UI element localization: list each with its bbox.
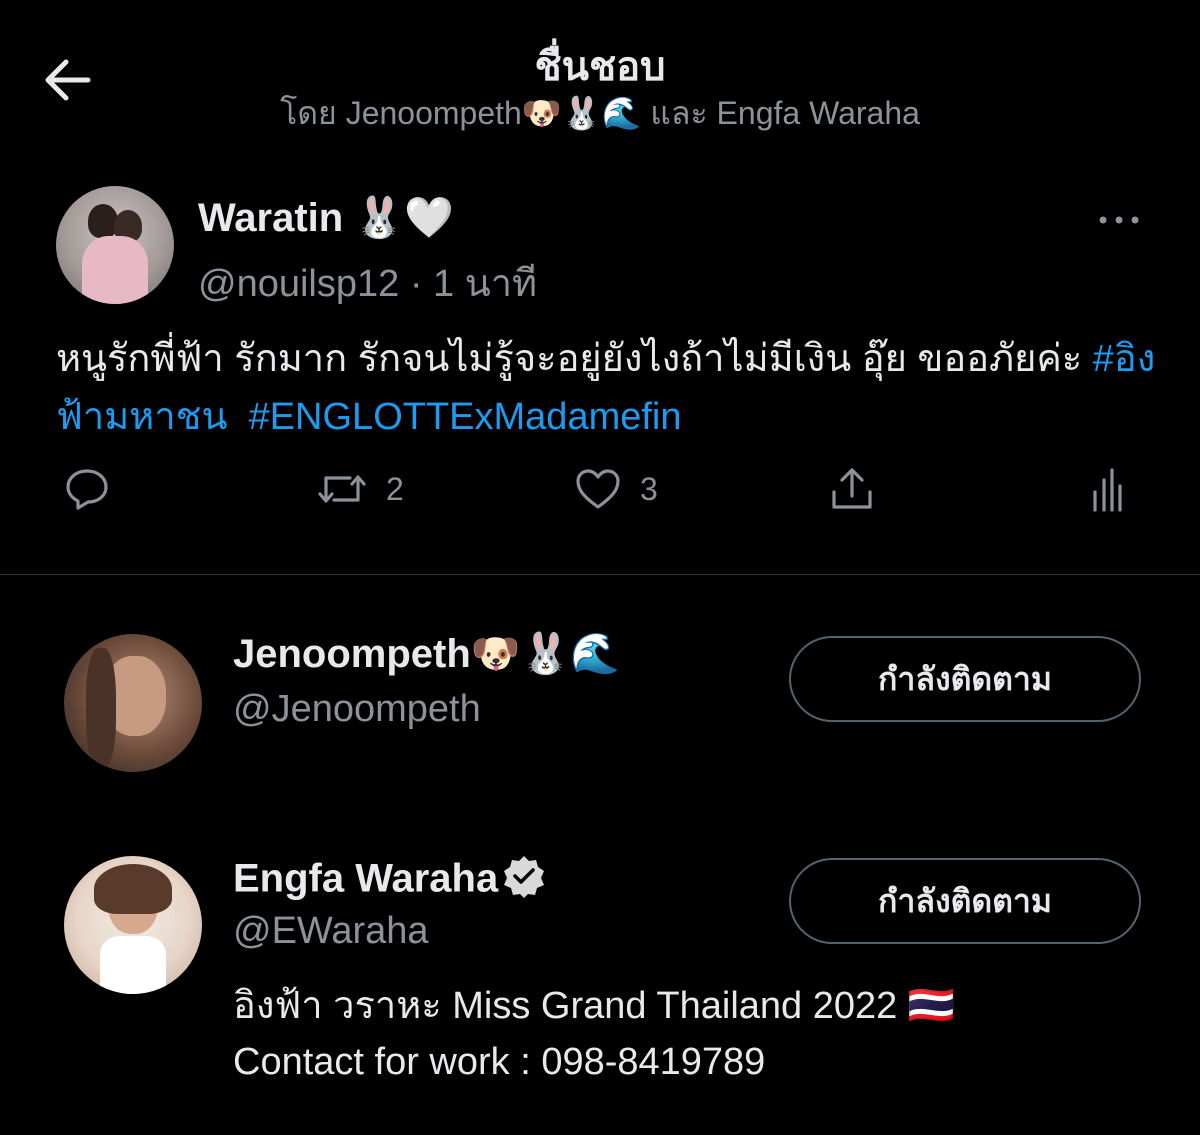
divider (0, 574, 1200, 575)
user-avatar-engfa[interactable] (64, 856, 202, 994)
share-icon (832, 468, 872, 509)
tweet-body: หนูรักพี่ฟ้า รักมาก รักจนไม่รู้จะอยู่ยัง… (56, 338, 1093, 380)
tweet-author-avatar[interactable] (56, 186, 174, 304)
share-button[interactable] (828, 466, 876, 512)
like-count: 3 (640, 470, 658, 507)
tweet-text: หนูรักพี่ฟ้า รักมาก รักจนไม่รู้จะอยู่ยัง… (56, 330, 1156, 446)
user-avatar-jenoompeth[interactable] (64, 634, 202, 772)
following-button[interactable]: กำลังติดตาม (789, 636, 1141, 722)
retweet-count: 2 (386, 470, 404, 507)
tweet-author-handle-time: @nouilsp12 · 1 นาที (198, 263, 538, 305)
verified-icon (502, 854, 546, 908)
bio-line: อิงฟ้า วราหะ Miss Grand Thailand 2022 🇹🇭 (233, 985, 956, 1027)
retweet-icon (318, 475, 366, 503)
bio-line: Contact for work : 098-8419789 (233, 1041, 766, 1083)
like-icon (576, 469, 620, 509)
user-name[interactable]: Jenoompeth🐶🐰🌊 (233, 630, 620, 677)
like-button[interactable]: 3 (574, 466, 658, 512)
user-handle: @Jenoompeth (233, 688, 481, 730)
user-name[interactable]: Engfa Waraha (233, 857, 498, 901)
user-name-row: Engfa Waraha (233, 854, 546, 908)
hashtag-link[interactable]: #ENGLOTTExMadamefin (249, 396, 682, 438)
following-button[interactable]: กำลังติดตาม (789, 858, 1141, 944)
tweet-author-name[interactable]: Waratin 🐰🤍 (198, 194, 454, 241)
reply-button[interactable] (64, 466, 110, 512)
liked-by-page: ชื่นชอบ โดย Jenoompeth🐶🐰🌊 และ Engfa Wara… (0, 0, 1200, 1135)
more-icon[interactable] (1096, 210, 1142, 230)
analytics-button[interactable] (1090, 466, 1124, 512)
user-bio: อิงฟ้า วราหะ Miss Grand Thailand 2022 🇹🇭… (233, 978, 1133, 1090)
analytics-icon (1093, 468, 1122, 512)
page-subtitle: โดย Jenoompeth🐶🐰🌊 และ Engfa Waraha (280, 95, 920, 131)
retweet-button[interactable]: 2 (316, 466, 404, 512)
user-handle: @EWaraha (233, 910, 429, 952)
reply-icon (66, 469, 108, 510)
